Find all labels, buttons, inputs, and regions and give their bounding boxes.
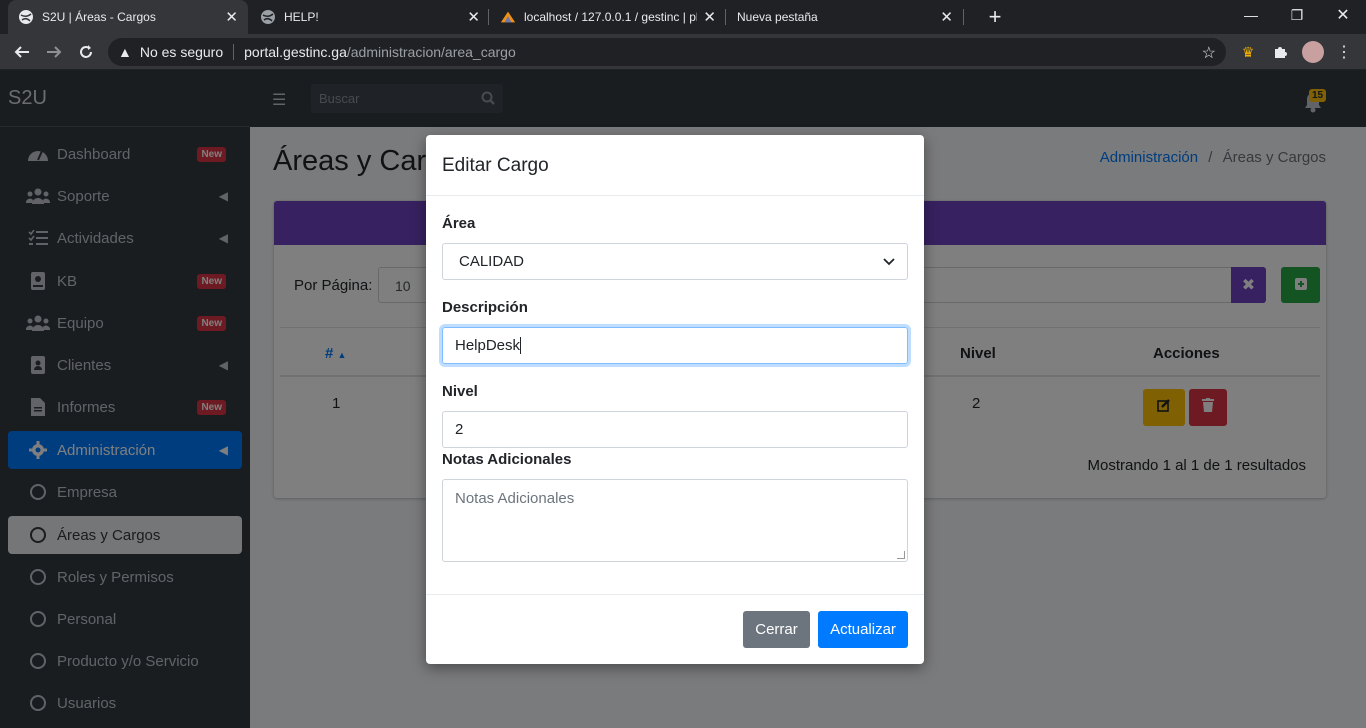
area-select[interactable]: CALIDAD [442,243,908,280]
notas-textarea[interactable]: Notas Adicionales [442,479,908,562]
close-tab-icon[interactable]: ✕ [225,8,238,26]
close-button[interactable]: Cerrar [743,611,810,648]
address-bar[interactable]: ▲ No es seguro portal.gestinc.ga/adminis… [108,38,1226,66]
reload-icon[interactable] [74,40,98,64]
menu-kebab-icon[interactable]: ⋮ [1334,42,1354,62]
notas-placeholder: Notas Adicionales [455,490,575,507]
puzzle-extension-icon[interactable] [1270,42,1290,62]
browser-tab-active[interactable]: S2U | Áreas - Cargos ✕ [8,0,248,34]
back-arrow-icon[interactable] [10,40,34,64]
nivel-label: Nivel [442,383,478,400]
descripcion-input[interactable]: HelpDesk [442,327,908,364]
security-label: No es seguro [139,44,224,60]
browser-tab-strip: S2U | Áreas - Cargos ✕ HELP! ✕ localhost… [0,0,1366,34]
text-cursor [520,337,522,354]
globe-icon [260,9,276,25]
forward-arrow-icon[interactable] [42,40,66,64]
phpmyadmin-icon [500,9,516,25]
globe-icon [18,9,34,25]
profile-avatar[interactable] [1302,41,1324,63]
minimize-button[interactable]: — [1228,0,1274,30]
modal-title: Editar Cargo [426,135,924,196]
warning-icon: ▲ [118,44,132,60]
restore-button[interactable]: ❐ [1274,0,1320,30]
tab-title: S2U | Áreas - Cargos [42,10,156,24]
new-tab-button[interactable]: + [972,2,1018,32]
chevron-down-icon [883,253,895,270]
area-label: Área [442,215,476,232]
browser-tab[interactable]: HELP! ✕ [250,0,490,34]
close-tab-icon[interactable]: ✕ [467,8,480,26]
descripcion-value: HelpDesk [455,337,521,354]
tab-divider [488,9,489,25]
nivel-input[interactable]: 2 [442,411,908,448]
descripcion-label: Descripción [442,299,528,316]
url-divider [233,44,235,60]
browser-tab[interactable]: Nueva pestaña ✕ [727,0,963,34]
area-selected-value: CALIDAD [459,253,525,270]
tab-title: localhost / 127.0.0.1 / gestinc | ph [524,10,698,24]
nivel-value: 2 [455,421,464,438]
resize-grip-icon[interactable] [897,551,905,559]
update-button[interactable]: Actualizar [818,611,908,648]
url-path: /administracion/area_cargo [346,44,516,60]
close-tab-icon[interactable]: ✕ [940,8,953,26]
browser-toolbar: ▲ No es seguro portal.gestinc.ga/adminis… [0,34,1366,70]
tab-title: HELP! [284,10,319,24]
url-host: portal.gestinc.ga [244,44,347,60]
tab-divider [725,9,726,25]
notas-label: Notas Adicionales [442,451,572,468]
tab-title: Nueva pestaña [737,10,818,24]
browser-tab[interactable]: localhost / 127.0.0.1 / gestinc | ph ✕ [490,0,726,34]
star-icon[interactable]: ☆ [1202,43,1216,63]
close-window-button[interactable]: ✕ [1320,0,1366,30]
edit-cargo-modal: Editar Cargo Área CALIDAD Descripción He… [426,135,924,664]
close-tab-icon[interactable]: ✕ [703,8,716,26]
crown-extension-icon[interactable]: ♛ [1238,42,1258,62]
tab-divider [963,9,964,25]
